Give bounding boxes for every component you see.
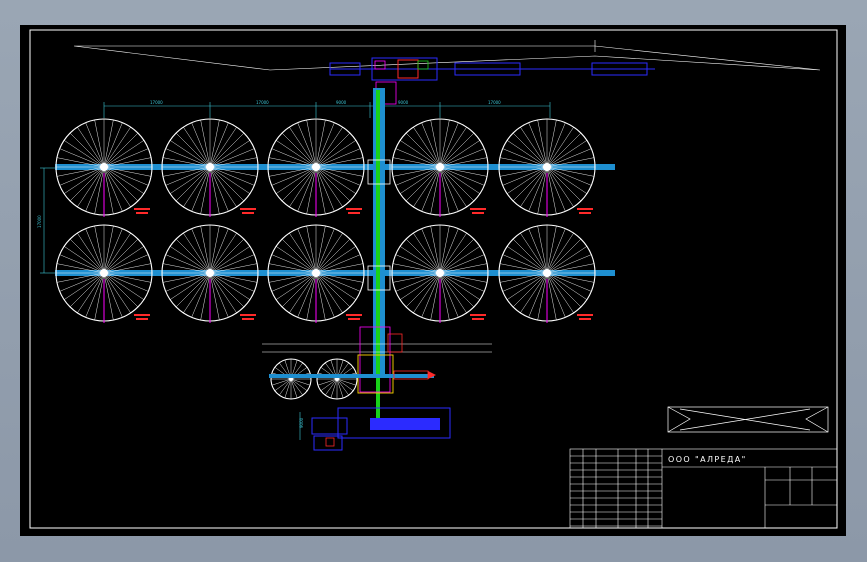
- tank-icon: [316, 358, 358, 400]
- dim-label-lower: 9000: [299, 417, 304, 428]
- tank-icon: [270, 358, 312, 400]
- company-name: ООО "АЛРЕДА": [668, 455, 747, 464]
- cad-viewport: 17000 17000 9000 9000 17000 17000 9000 О…: [20, 25, 846, 536]
- dim-label-4: 9000: [398, 100, 409, 105]
- dim-label-vertical: 17000: [37, 215, 42, 228]
- pipe-trunk-green: [376, 90, 380, 420]
- dim-label-1: 17000: [150, 100, 163, 105]
- dim-label-3: 9000: [336, 100, 347, 105]
- dim-label-5: 17000: [488, 100, 501, 105]
- dim-label-2: 17000: [256, 100, 269, 105]
